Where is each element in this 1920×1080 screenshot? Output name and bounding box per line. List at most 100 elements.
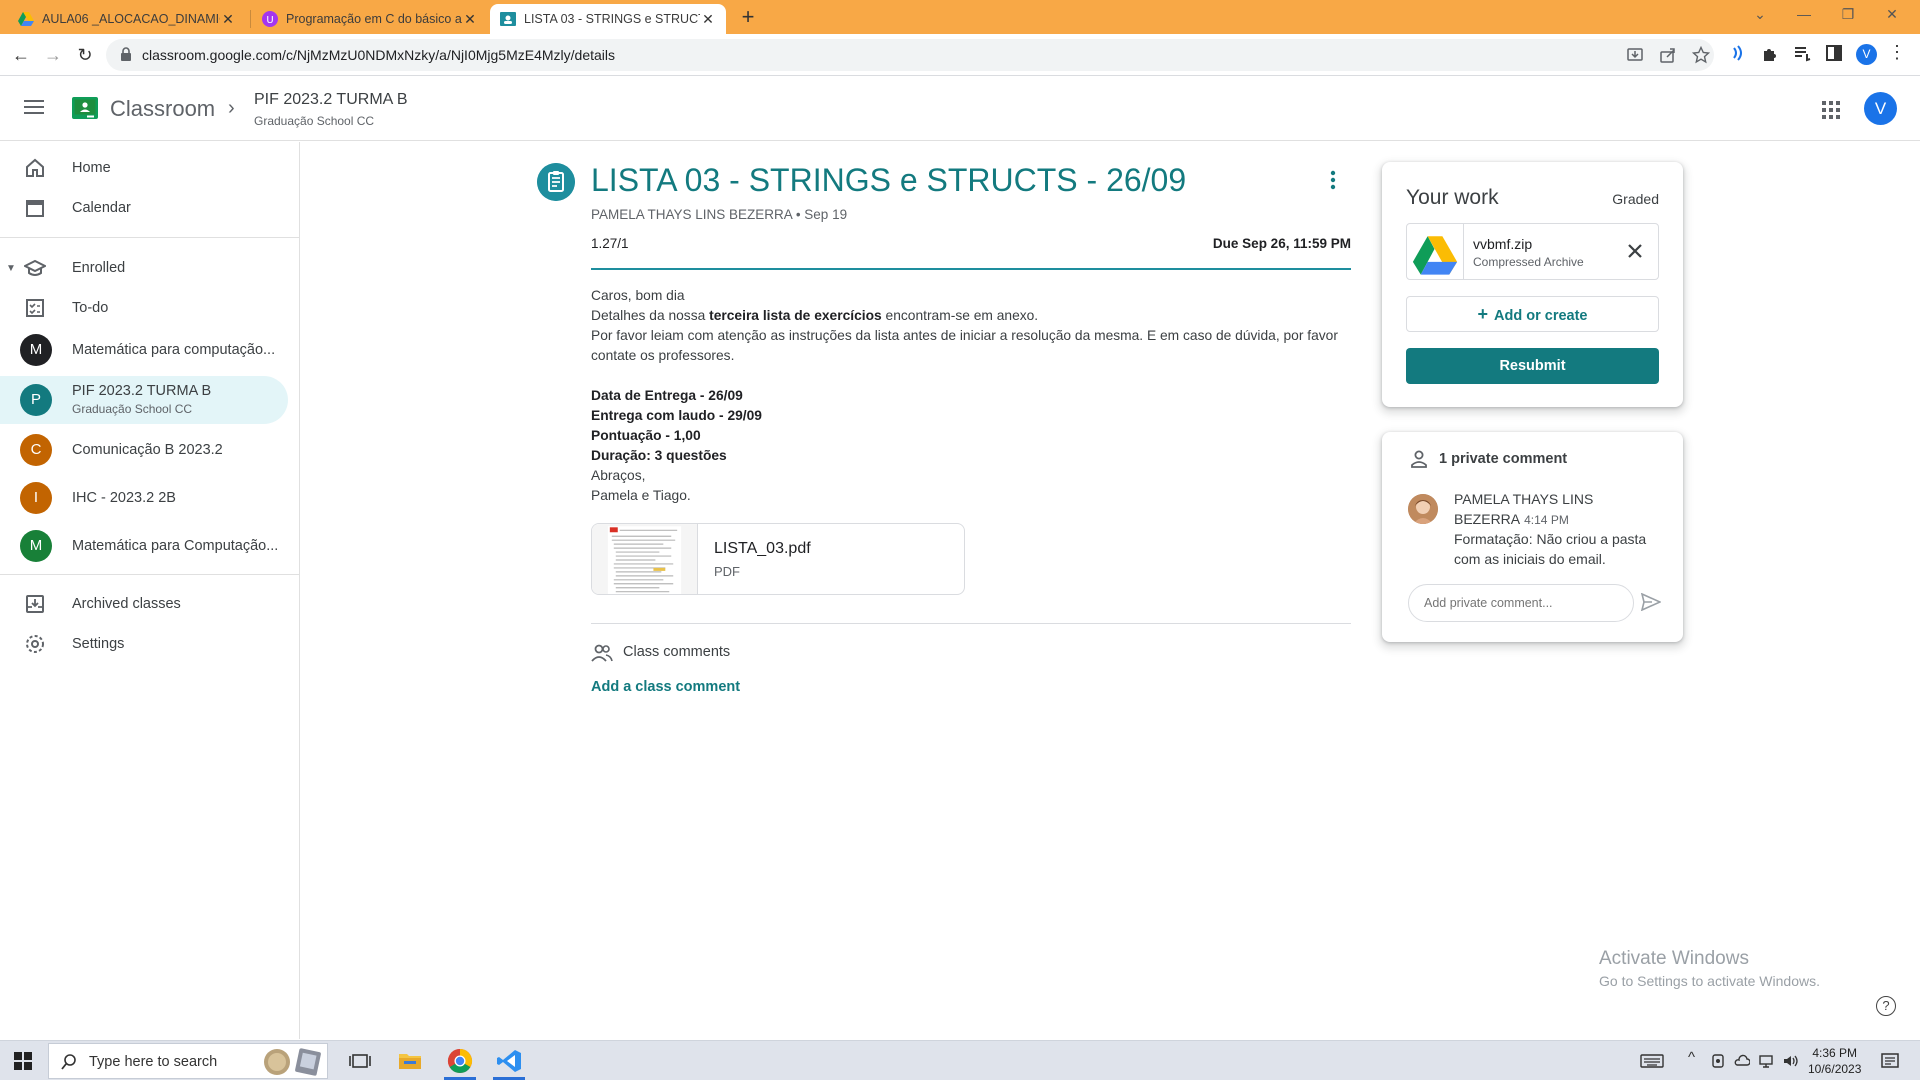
close-icon[interactable]: ✕ [700, 11, 716, 28]
star-icon[interactable] [1692, 46, 1710, 64]
sidebar-divider [0, 574, 300, 575]
profile-avatar[interactable]: V [1856, 44, 1877, 65]
minimize-button[interactable]: — [1782, 0, 1826, 30]
keyboard-icon[interactable] [1640, 1053, 1664, 1069]
description-line: Por favor leiam com atenção as instruçõe… [591, 328, 1338, 363]
notifications-icon[interactable] [1880, 1051, 1900, 1071]
sidebar-course-5[interactable]: M Matemática para Computação... [0, 522, 288, 570]
app-title[interactable]: Classroom [110, 96, 215, 122]
back-button[interactable]: ← [8, 42, 34, 68]
sidebar-item-enrolled[interactable]: ▼ Enrolled [0, 246, 288, 290]
sidebar-item-calendar[interactable]: Calendar [0, 186, 288, 230]
people-icon [591, 644, 613, 662]
network-icon[interactable] [1758, 1053, 1774, 1069]
more-options-icon[interactable] [1330, 170, 1336, 190]
description-line: Abraços, [591, 468, 646, 483]
classroom-logo-icon[interactable] [72, 97, 98, 119]
side-panel-icon[interactable] [1824, 43, 1844, 63]
restore-button[interactable]: ❐ [1826, 0, 1870, 30]
windows-start-icon[interactable] [14, 1052, 32, 1070]
reload-button[interactable]: ↻ [72, 42, 98, 68]
sidebar-item-label: Settings [72, 636, 125, 652]
chrome-icon[interactable] [446, 1047, 474, 1075]
kebab-menu-icon[interactable]: ⋮ [1888, 42, 1906, 63]
taskbar-search[interactable]: Type here to search [48, 1043, 328, 1079]
assignment-author-line: PAMELA THAYS LINS BEZERRA • Sep 19 [591, 207, 848, 222]
course-avatar: P [20, 384, 52, 416]
title-divider [591, 268, 1351, 270]
drive-icon [18, 12, 34, 26]
file-explorer-icon[interactable] [396, 1047, 424, 1075]
description-line: Pontuação - 1,00 [591, 426, 1351, 446]
assignment-due-date: Due Sep 26, 11:59 PM [1212, 236, 1351, 251]
calendar-icon [26, 200, 44, 217]
address-bar[interactable]: classroom.google.com/c/NjMzMzU0NDMxNzky/… [106, 39, 1714, 71]
description-line: Entrega com laudo - 29/09 [591, 406, 1351, 426]
account-avatar[interactable]: V [1864, 92, 1897, 125]
media-queue-icon[interactable] [1792, 43, 1812, 63]
sidebar-course-4[interactable]: I IHC - 2023.2 2B [0, 474, 288, 522]
sidebar-item-label: IHC - 2023.2 2B [72, 490, 176, 506]
svg-text:U: U [266, 15, 273, 26]
tab-title: LISTA 03 - STRINGS e STRUCTS [524, 12, 700, 26]
clock-time: 4:36 PM [1812, 1046, 1858, 1060]
submitted-file-card[interactable]: vvbmf.zip Compressed Archive [1406, 223, 1659, 280]
install-icon[interactable] [1626, 46, 1644, 64]
chevron-down-icon[interactable]: ⌄ [1738, 0, 1782, 30]
private-comment-input[interactable] [1408, 584, 1634, 622]
sidebar-item-todo[interactable]: To-do [0, 286, 288, 330]
add-or-create-button[interactable]: + Add or create [1406, 296, 1659, 332]
resubmit-button[interactable]: Resubmit [1406, 348, 1659, 384]
private-comments-header: 1 private comment [1439, 451, 1568, 467]
tab-separator [250, 10, 251, 28]
browser-tab-strip: AULA06 _ALOCACAO_DINAMIC ✕ U Programação… [0, 0, 1920, 34]
bold-text: Duração: 3 questões [591, 448, 727, 463]
menu-icon[interactable] [24, 99, 44, 115]
sidebar-course-2[interactable]: P PIF 2023.2 TURMA B Graduação School CC [0, 376, 288, 424]
audio-extension-icon[interactable] [1728, 43, 1748, 63]
sidebar-item-label: Home [72, 160, 111, 176]
close-window-button[interactable]: ✕ [1870, 0, 1914, 30]
help-icon[interactable]: ? [1876, 996, 1896, 1016]
private-comments-card: 1 private comment PAMELA THAYS LINS BEZE… [1382, 432, 1683, 642]
share-icon[interactable] [1659, 46, 1677, 64]
close-icon[interactable]: ✕ [462, 11, 478, 28]
forward-button[interactable]: → [40, 42, 66, 68]
attachment-card[interactable]: LISTA_03.pdf PDF [591, 523, 965, 595]
new-tab-button[interactable]: + [736, 4, 760, 30]
onedrive-icon[interactable] [1734, 1053, 1750, 1069]
add-class-comment-link[interactable]: Add a class comment [591, 679, 740, 695]
browser-tab-2[interactable]: U Programação em C do básico ao ✕ [252, 4, 488, 34]
description-line: Detalhes da nossa terceira lista de exer… [591, 306, 1351, 326]
browser-tab-1[interactable]: AULA06 _ALOCACAO_DINAMIC ✕ [8, 4, 246, 34]
sidebar-item-home[interactable]: Home [0, 146, 288, 190]
meet-now-icon[interactable] [1710, 1053, 1726, 1069]
tab-title: AULA06 _ALOCACAO_DINAMIC [42, 12, 220, 26]
close-icon[interactable] [1624, 240, 1646, 262]
activate-windows-subtitle: Go to Settings to activate Windows. [1599, 973, 1820, 989]
sidebar-item-archived[interactable]: Archived classes [0, 582, 288, 626]
task-view-icon[interactable] [346, 1047, 374, 1075]
vscode-icon[interactable] [495, 1047, 523, 1075]
bold-text: Entrega com laudo - 29/09 [591, 408, 762, 423]
caret-down-icon[interactable]: ▼ [6, 263, 16, 274]
description-line: Duração: 3 questões [591, 446, 1351, 466]
work-status-badge: Graded [1612, 191, 1659, 207]
system-clock[interactable]: 4:36 PM 10/6/2023 [1808, 1045, 1861, 1077]
sidebar-course-3[interactable]: C Comunicação B 2023.2 [0, 426, 288, 474]
chevron-up-icon[interactable]: ^ [1688, 1049, 1695, 1066]
browser-toolbar: ← → ↻ classroom.google.com/c/NjMzMzU0NDM… [0, 34, 1920, 76]
apps-grid-icon[interactable] [1822, 101, 1840, 119]
google-drive-icon [1412, 224, 1464, 279]
sidebar-item-settings[interactable]: Settings [0, 622, 288, 666]
browser-tab-3[interactable]: LISTA 03 - STRINGS e STRUCTS ✕ [490, 4, 726, 34]
extensions-icon[interactable] [1760, 43, 1780, 63]
close-icon[interactable]: ✕ [220, 11, 236, 28]
your-work-card: Your work Graded vvbmf.zip Compressed Ar… [1382, 162, 1683, 407]
graduation-cap-icon [24, 259, 46, 276]
volume-icon[interactable] [1782, 1053, 1798, 1069]
breadcrumb-course-title[interactable]: PIF 2023.2 TURMA B [254, 91, 408, 109]
sidebar-course-1[interactable]: M Matemática para computação... [0, 326, 288, 374]
send-icon[interactable] [1641, 593, 1661, 611]
home-icon [26, 158, 44, 177]
